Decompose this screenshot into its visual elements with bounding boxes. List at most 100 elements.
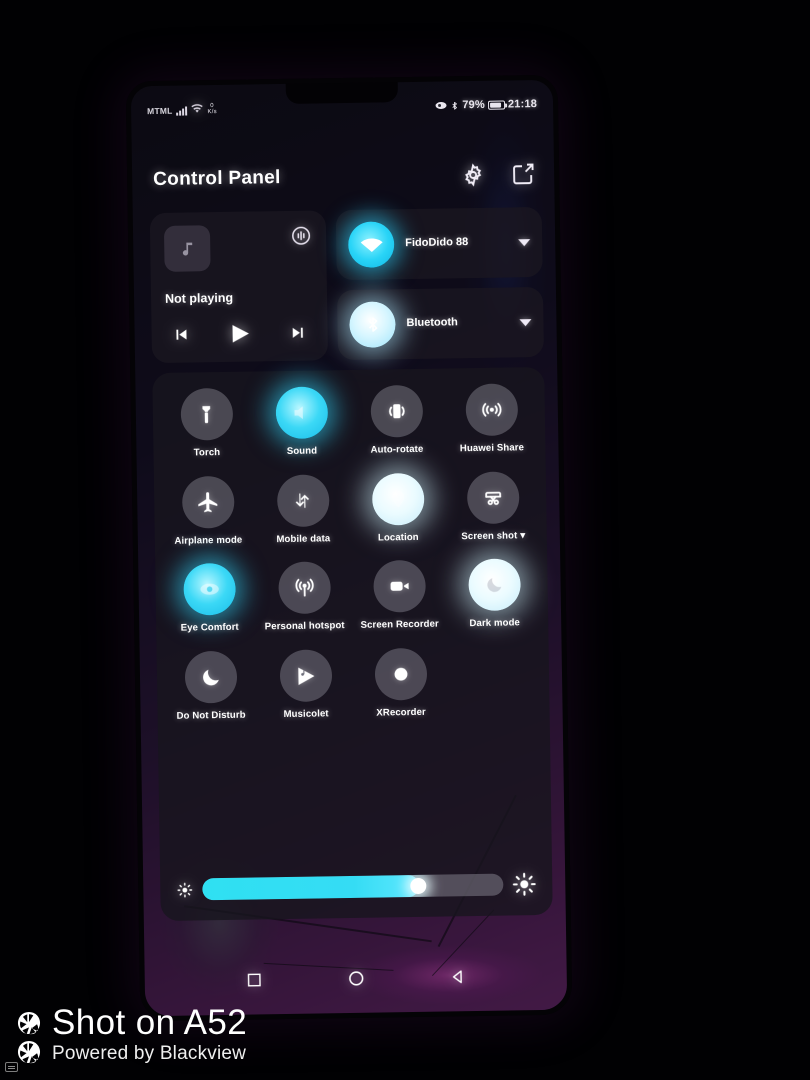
brightness-slider[interactable] <box>202 873 504 901</box>
watermark-icons <box>16 1005 42 1067</box>
wifi-tile[interactable]: FidoDido 88 <box>335 206 543 281</box>
eye-comfort-bubble <box>182 563 236 617</box>
toggle-label: Mobile data <box>276 532 331 545</box>
watermark-subtitle: Powered by Blackview <box>52 1043 247 1065</box>
toggle-musicolet[interactable]: Musicolet <box>258 649 354 727</box>
huawei-share-icon <box>481 402 501 417</box>
toggle-xrecorder[interactable]: XRecorder <box>353 647 449 726</box>
toggle-row: Airplane mode Mobile data Location Scree… <box>160 471 541 554</box>
eye-comfort-icon <box>435 101 447 109</box>
dark-mode-icon <box>486 578 501 593</box>
toggle-personal-hotspot[interactable]: Personal hotspot <box>256 561 352 639</box>
brightness-low-icon <box>177 882 193 897</box>
toggle-eye-comfort[interactable]: Eye Comfort <box>161 563 257 641</box>
network-speed-unit: K/s <box>207 109 217 116</box>
hotspot-bubble <box>277 561 331 615</box>
square-recents-icon[interactable] <box>245 971 262 988</box>
toggle-label: Screen Recorder <box>360 619 439 632</box>
photo-of-phone-screenshot: MTML 0 K/s 79% 21:18 Control Panel Not p… <box>0 0 810 1080</box>
video-camera-icon <box>390 582 409 592</box>
toggle-label: Sound <box>286 445 318 457</box>
watermark: Shot on A52 Powered by Blackview <box>16 1002 248 1067</box>
status-bar-left: MTML 0 K/s <box>147 103 217 116</box>
toggle-auto-rotate[interactable]: Auto-rotate <box>348 384 444 462</box>
media-status-label: Not playing <box>164 290 234 306</box>
battery-percent-label: 79% <box>462 98 486 112</box>
toggle-row: Eye Comfort Personal hotspot Screen Reco… <box>161 558 542 641</box>
watermark-title: Shot on A52 <box>52 1002 248 1042</box>
chevron-down-icon[interactable] <box>519 319 532 327</box>
record-dot-icon <box>394 667 407 681</box>
toggle-do-not-disturb[interactable]: Do Not Disturb <box>163 650 259 729</box>
wifi-icon <box>191 104 204 113</box>
toggle-screenshot[interactable]: Screen shot ▾ <box>445 471 541 549</box>
musicolet-icon <box>298 667 315 685</box>
skip-next-icon[interactable] <box>288 323 308 343</box>
sound-icon <box>293 406 303 420</box>
brightness-knob[interactable] <box>409 877 427 895</box>
signal-bars-icon <box>176 106 188 116</box>
toggle-dark-mode[interactable]: Dark mode <box>446 558 542 636</box>
phone-device: MTML 0 K/s 79% 21:18 Control Panel Not p… <box>125 74 573 1022</box>
media-player-card[interactable]: Not playing <box>149 210 329 364</box>
skip-previous-icon[interactable] <box>170 324 190 344</box>
music-note-icon <box>182 242 193 256</box>
mobile-data-bubble <box>276 474 330 527</box>
circle-home-icon[interactable] <box>346 968 365 987</box>
bluetooth-tile[interactable]: Bluetooth <box>336 286 545 361</box>
hotspot-icon <box>294 579 314 598</box>
toggle-screen-recorder[interactable]: Screen Recorder <box>351 560 447 638</box>
top-cards-row: Not playing FidoDido 88 Bluetooth <box>149 206 545 364</box>
control-panel-header: Control Panel <box>153 157 535 197</box>
chevron-down-icon[interactable] <box>518 239 531 247</box>
torch-bubble <box>179 387 233 441</box>
brightness-row <box>176 867 536 907</box>
screenshot-bubble <box>466 471 520 524</box>
media-controls <box>165 319 313 349</box>
toggle-label: Musicolet <box>283 708 329 721</box>
play-icon[interactable] <box>225 319 253 347</box>
android-nav-bar <box>143 955 568 1002</box>
toggle-airplane-mode[interactable]: Airplane mode <box>160 475 256 553</box>
eye-comfort-icon <box>199 584 219 596</box>
sound-bubble <box>274 386 328 440</box>
airplane-bubble <box>181 475 235 529</box>
toggle-label: Auto-rotate <box>370 443 424 456</box>
bluetooth-icon <box>452 101 458 110</box>
toggle-location[interactable]: Location <box>350 472 446 550</box>
chevron-down-icon[interactable]: ▾ <box>520 530 525 542</box>
huawei-share-bubble <box>464 383 518 437</box>
battery-icon <box>487 99 505 110</box>
screen-recorder-bubble <box>372 560 426 614</box>
toggle-sound[interactable]: Sound <box>253 386 349 464</box>
toggle-row: Torch Sound Auto-rotate Huawei Share <box>158 383 539 466</box>
wifi-bubble <box>347 221 395 268</box>
toggle-label: Huawei Share <box>459 442 525 455</box>
toggle-label: Eye Comfort <box>180 622 239 635</box>
triangle-back-icon[interactable] <box>449 968 466 985</box>
toggle-label: Dark mode <box>469 617 521 630</box>
location-icon <box>391 490 404 508</box>
musicolet-bubble <box>279 649 332 703</box>
clock-label: 21:18 <box>507 97 538 111</box>
screen-notch <box>285 80 399 104</box>
toggle-mobile-data[interactable]: Mobile data <box>255 474 351 552</box>
toggle-label: Torch <box>193 447 221 459</box>
toggle-label: Location <box>377 531 419 544</box>
carrier-label: MTML <box>147 105 173 117</box>
toggle-label: Screen shot ▾ <box>461 529 526 542</box>
edit-square-icon[interactable] <box>511 162 535 186</box>
wifi-icon <box>360 238 383 252</box>
gear-icon[interactable] <box>461 163 485 187</box>
audio-output-icon[interactable] <box>290 225 312 247</box>
header-actions <box>461 162 535 187</box>
toggle-label: Do Not Disturb <box>176 709 246 722</box>
brightness-high-icon <box>512 872 536 896</box>
screenshot-icon <box>484 491 501 505</box>
status-bar-right: 79% 21:18 <box>435 97 537 112</box>
toggle-row: Do Not Disturb Musicolet XRecorder <box>163 646 544 729</box>
toggle-huawei-share[interactable]: Huawei Share <box>443 383 539 461</box>
corner-badge-icon <box>5 1062 18 1072</box>
network-speed: 0 K/s <box>207 103 216 115</box>
toggle-torch[interactable]: Torch <box>158 387 254 465</box>
